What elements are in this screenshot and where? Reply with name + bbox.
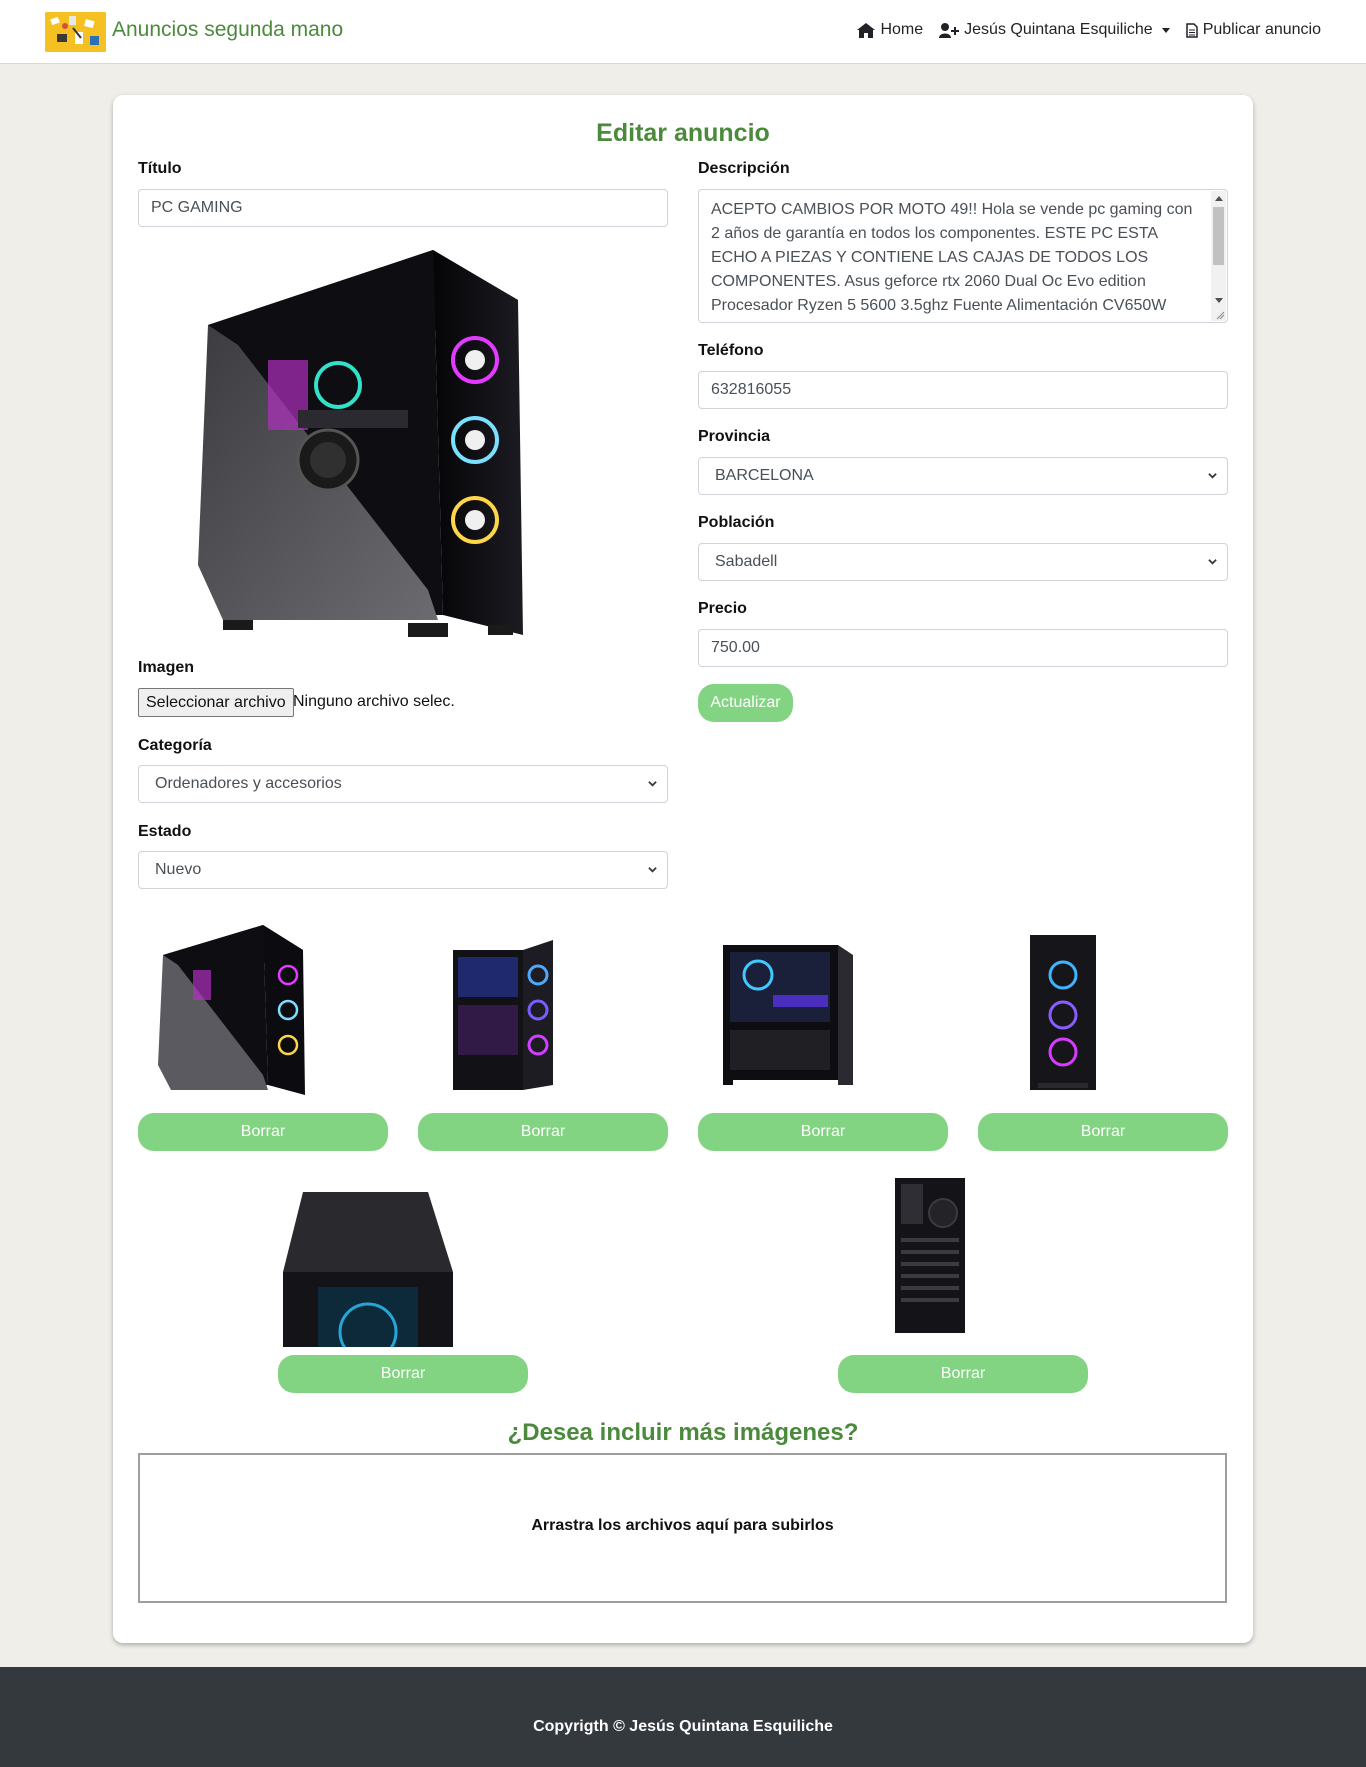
file-status: Ninguno archivo selec. bbox=[293, 693, 455, 710]
gallery-image-3 bbox=[718, 940, 858, 1095]
gallery-image-6 bbox=[893, 1178, 968, 1338]
brand-logo[interactable] bbox=[45, 12, 106, 52]
nav-home[interactable]: Home bbox=[857, 21, 923, 39]
chevron-down-icon bbox=[1208, 473, 1217, 479]
gallery-image-4 bbox=[1028, 935, 1098, 1095]
chevron-down-icon bbox=[1161, 27, 1170, 33]
scroll-down-icon[interactable] bbox=[1215, 298, 1223, 303]
nav-home-label: Home bbox=[880, 21, 924, 38]
dropzone-text: Arrastra los archivos aquí para subirlos bbox=[531, 1517, 834, 1534]
delete-image-6-button[interactable]: Borrar bbox=[838, 1355, 1088, 1393]
chevron-down-icon bbox=[648, 781, 657, 787]
footer: Copyrigth © Jesús Quintana Esquiliche bbox=[0, 1667, 1366, 1767]
categoria-value: Ordenadores y accesorios bbox=[155, 775, 342, 792]
delete-image-4-button[interactable]: Borrar bbox=[978, 1113, 1228, 1151]
delete-image-2-button[interactable]: Borrar bbox=[418, 1113, 668, 1151]
telefono-input[interactable]: 632816055 bbox=[698, 371, 1228, 409]
delete-image-1-button[interactable]: Borrar bbox=[138, 1113, 388, 1151]
provincia-select[interactable]: BARCELONA bbox=[698, 457, 1228, 495]
poblacion-label: Población bbox=[698, 514, 775, 531]
gallery-image-1 bbox=[153, 925, 313, 1095]
edit-ad-card: Editar anuncio Título PC GAMING Imagen S… bbox=[113, 95, 1253, 1643]
estado-select[interactable]: Nuevo bbox=[138, 851, 668, 889]
resize-grip-icon[interactable] bbox=[1215, 310, 1225, 320]
scroll-thumb[interactable] bbox=[1213, 207, 1224, 265]
page-title: Editar anuncio bbox=[596, 119, 770, 147]
descripcion-label: Descripción bbox=[698, 160, 790, 177]
scroll-up-icon[interactable] bbox=[1215, 196, 1223, 201]
precio-input[interactable]: 750.00 bbox=[698, 629, 1228, 667]
nav-publish-label: Publicar anuncio bbox=[1202, 21, 1321, 38]
descripcion-text: ACEPTO CAMBIOS POR MOTO 49!! Hola se ven… bbox=[711, 201, 1193, 322]
categoria-select[interactable]: Ordenadores y accesorios bbox=[138, 765, 668, 803]
file-dropzone[interactable]: Arrastra los archivos aquí para subirlos bbox=[138, 1453, 1227, 1603]
categoria-label: Categoría bbox=[138, 737, 212, 754]
poblacion-select[interactable]: Sabadell bbox=[698, 543, 1228, 581]
gallery-image-5 bbox=[278, 1192, 458, 1362]
nav-publish[interactable]: Publicar anuncio bbox=[1185, 21, 1321, 39]
chevron-down-icon bbox=[648, 867, 657, 873]
nav-user-dropdown[interactable]: Jesús Quintana Esquiliche bbox=[939, 21, 1170, 39]
delete-image-5-button[interactable]: Borrar bbox=[278, 1355, 528, 1393]
estado-label: Estado bbox=[138, 823, 192, 840]
brand-name[interactable]: Anuncios segunda mano bbox=[112, 18, 343, 42]
titulo-input[interactable]: PC GAMING bbox=[138, 189, 668, 227]
titulo-label: Título bbox=[138, 160, 182, 177]
user-plus-icon bbox=[939, 22, 960, 38]
provincia-label: Provincia bbox=[698, 428, 771, 445]
imagen-label: Imagen bbox=[138, 659, 195, 676]
telefono-label: Teléfono bbox=[698, 342, 764, 359]
estado-value: Nuevo bbox=[155, 861, 202, 878]
delete-image-3-button[interactable]: Borrar bbox=[698, 1113, 948, 1151]
home-icon bbox=[857, 22, 876, 38]
precio-label: Precio bbox=[698, 600, 747, 617]
main-product-image bbox=[178, 245, 538, 645]
upload-title: ¿Desea incluir más imágenes? bbox=[507, 1419, 859, 1446]
nav-user-label: Jesús Quintana Esquiliche bbox=[964, 21, 1153, 38]
textarea-scrollbar[interactable] bbox=[1211, 191, 1226, 321]
descripcion-textarea[interactable]: ACEPTO CAMBIOS POR MOTO 49!! Hola se ven… bbox=[698, 189, 1228, 323]
update-button[interactable]: Actualizar bbox=[698, 684, 793, 722]
chevron-down-icon bbox=[1208, 559, 1217, 565]
footer-copyright: Copyrigth © Jesús Quintana Esquiliche bbox=[533, 1718, 833, 1735]
file-select-button[interactable]: Seleccionar archivo bbox=[138, 688, 294, 717]
provincia-value: BARCELONA bbox=[715, 467, 814, 484]
gallery-image-2 bbox=[448, 935, 558, 1095]
file-icon bbox=[1185, 22, 1198, 38]
navbar: Anuncios segunda mano Home Jesús Quintan… bbox=[0, 0, 1366, 64]
poblacion-value: Sabadell bbox=[715, 553, 778, 570]
